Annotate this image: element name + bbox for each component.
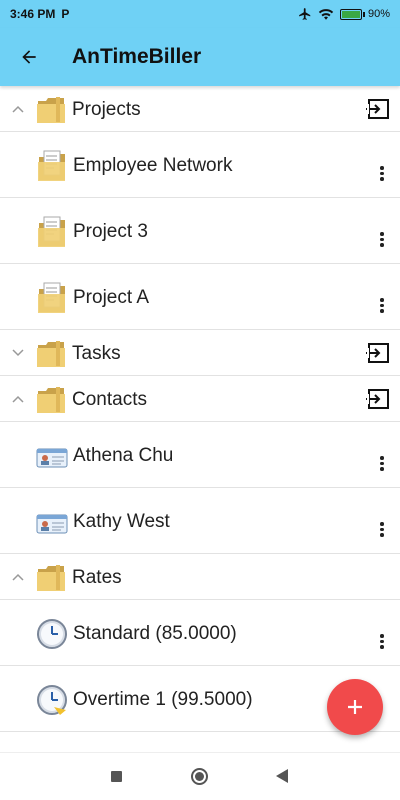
group-projects[interactable]: Projects — [0, 86, 400, 132]
more-options-button[interactable] — [378, 166, 386, 186]
wifi-icon — [318, 8, 334, 20]
item-label: Athena Chu — [73, 445, 174, 466]
list-item[interactable]: Athena Chu — [0, 422, 400, 488]
list-item[interactable]: Project 3 — [0, 198, 400, 264]
battery-icon — [339, 8, 365, 20]
system-nav-bar — [0, 752, 400, 800]
chevron-up-icon — [12, 395, 24, 403]
item-label: Kathy West — [73, 511, 170, 532]
list-item[interactable]: Project A — [0, 264, 400, 330]
back-triangle-icon[interactable] — [276, 769, 288, 783]
chevron-down-icon — [12, 349, 24, 357]
clock-icon — [37, 619, 67, 649]
airplane-icon — [299, 8, 311, 20]
recents-square-icon[interactable] — [111, 771, 122, 782]
item-label: Project 3 — [73, 221, 148, 242]
export-icon[interactable] — [366, 98, 390, 120]
item-label: Employee Network — [73, 155, 233, 176]
project-folder-icon — [38, 150, 65, 181]
chevron-up-icon — [12, 573, 24, 581]
folder-icon — [37, 341, 65, 367]
status-time: 3:46 PM — [10, 7, 56, 21]
app-bar: AnTimeBiller — [0, 28, 400, 86]
battery-percent: 90% — [367, 8, 390, 20]
plus-icon — [348, 700, 362, 714]
list-item[interactable]: Kathy West — [0, 488, 400, 554]
group-contacts[interactable]: Contacts — [0, 376, 400, 422]
group-label-projects: Projects — [72, 99, 141, 120]
folder-icon — [37, 387, 65, 413]
project-folder-icon — [38, 282, 65, 313]
group-label-tasks: Tasks — [72, 343, 121, 364]
status-bar: 3:46 PM P 90% — [0, 0, 400, 28]
export-icon[interactable] — [366, 342, 390, 364]
clock-overtime-icon — [37, 685, 67, 715]
add-fab-button[interactable] — [327, 679, 383, 735]
more-options-button[interactable] — [378, 634, 386, 654]
more-options-button[interactable] — [378, 298, 386, 318]
item-label: Standard (85.0000) — [73, 623, 237, 644]
back-arrow-icon — [22, 50, 36, 64]
list-item[interactable]: Standard (85.0000) — [0, 600, 400, 666]
group-tasks[interactable]: Tasks — [0, 330, 400, 376]
more-options-button[interactable] — [378, 456, 386, 476]
export-icon[interactable] — [366, 388, 390, 410]
back-button[interactable] — [16, 44, 42, 70]
app-title: AnTimeBiller — [72, 45, 202, 68]
more-options-button[interactable] — [378, 232, 386, 252]
list-item[interactable]: Employee Network — [0, 132, 400, 198]
more-options-button[interactable] — [378, 522, 386, 542]
contact-card-icon — [36, 514, 68, 534]
group-rates[interactable]: Rates — [0, 554, 400, 600]
expandable-list: Projects Employee Network Project 3 Proj… — [0, 86, 400, 752]
group-label-contacts: Contacts — [72, 389, 147, 410]
carrier-glyph: P — [61, 7, 70, 21]
item-label: Project A — [73, 287, 150, 308]
home-circle-icon[interactable] — [191, 768, 208, 785]
folder-icon — [37, 565, 65, 591]
chevron-up-icon — [12, 105, 24, 113]
project-folder-icon — [38, 216, 65, 247]
item-label: Overtime 1 (99.5000) — [73, 689, 253, 710]
contact-card-icon — [36, 448, 68, 468]
battery-fill — [341, 10, 360, 18]
group-label-rates: Rates — [72, 567, 122, 588]
status-left: 3:46 PM P — [10, 7, 69, 21]
folder-icon — [37, 97, 65, 123]
status-right: 90% — [298, 7, 390, 21]
